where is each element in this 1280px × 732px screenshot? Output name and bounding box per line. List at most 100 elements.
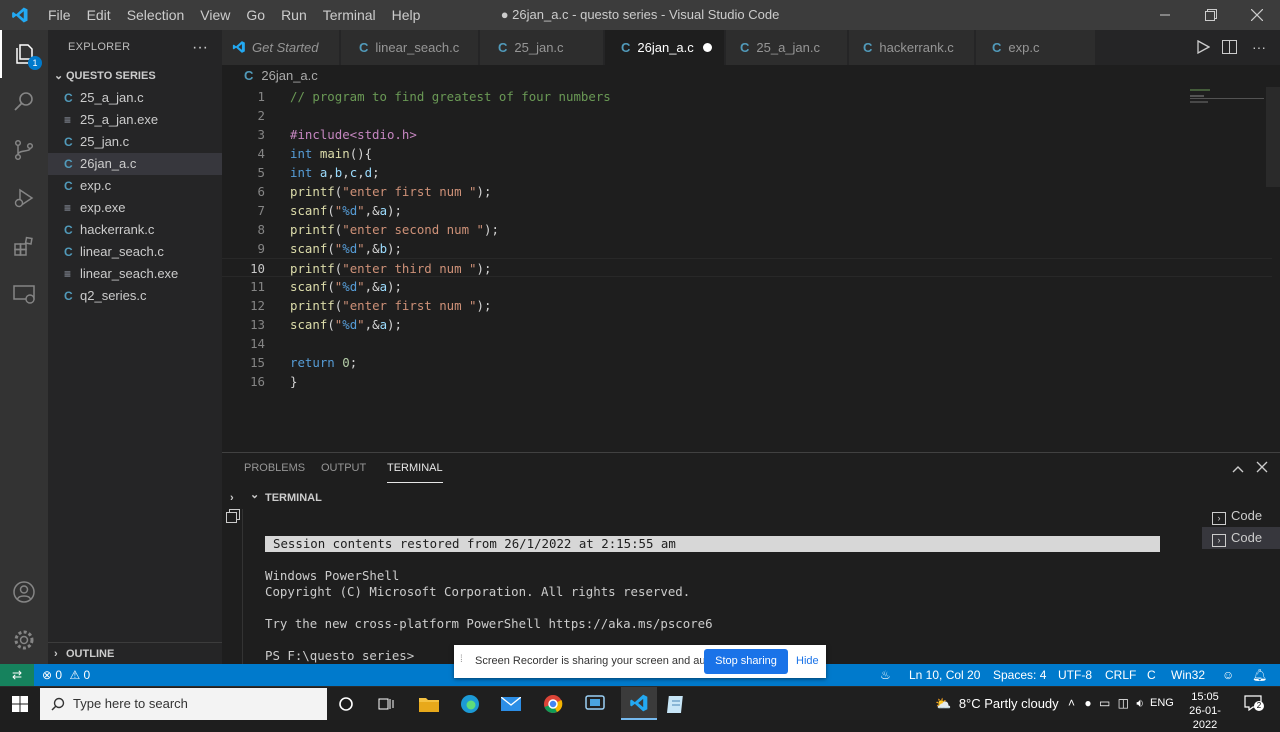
drag-handle-icon[interactable]: ⁞: [460, 654, 463, 665]
task-view-button[interactable]: [374, 692, 398, 716]
remote-explorer-activity-button[interactable]: [0, 270, 48, 318]
chrome-app[interactable]: [541, 692, 565, 716]
menu-help[interactable]: Help: [384, 0, 429, 30]
code-line[interactable]: 16}: [222, 372, 1272, 391]
manage-activity-button[interactable]: [0, 616, 48, 664]
tab-hackerrank[interactable]: Chackerrank.c: [849, 30, 975, 65]
run-debug-activity-button[interactable]: [0, 174, 48, 222]
maximize-panel-button[interactable]: [1232, 461, 1244, 479]
code-line[interactable]: 6 printf("enter first num ");: [222, 182, 1272, 201]
code-line[interactable]: 12 printf("enter first num ");: [222, 296, 1272, 315]
menu-edit[interactable]: Edit: [79, 0, 119, 30]
file-item[interactable]: Chackerrank.c: [48, 219, 222, 241]
tab-get-started[interactable]: Get Started: [222, 30, 340, 65]
code-line[interactable]: 3 #include<stdio.h>: [222, 125, 1272, 144]
unsaved-dot-icon[interactable]: [703, 43, 712, 52]
code-line[interactable]: 9 scanf("%d",&b);: [222, 239, 1272, 258]
menu-terminal[interactable]: Terminal: [315, 0, 384, 30]
file-item[interactable]: ≡ 25_a_jan.exe: [48, 109, 222, 131]
source-control-activity-button[interactable]: [0, 126, 48, 174]
restore-button[interactable]: [1188, 0, 1234, 30]
cortana-button[interactable]: [334, 692, 358, 716]
code-line[interactable]: 4 int main(){: [222, 144, 1272, 163]
run-button[interactable]: [1196, 39, 1211, 59]
extensions-activity-button[interactable]: [0, 222, 48, 270]
file-item[interactable]: ≡ exp.exe: [48, 197, 222, 219]
tab-linear-seach[interactable]: Clinear_seach.c: [341, 30, 479, 65]
folder-questo-series[interactable]: ⌄ QUESTO SERIES: [48, 65, 222, 87]
code-editor[interactable]: 1 // program to find greatest of four num…: [222, 87, 1280, 447]
platform[interactable]: Win32: [1171, 664, 1205, 686]
outline-section[interactable]: › OUTLINE: [48, 642, 222, 664]
close-panel-button[interactable]: [1256, 460, 1268, 478]
mail-app[interactable]: [499, 692, 523, 716]
more-editor-actions-button[interactable]: ···: [1252, 30, 1266, 65]
menu-selection[interactable]: Selection: [119, 0, 193, 30]
breadcrumb[interactable]: C 26jan_a.c: [222, 65, 1280, 87]
encoding[interactable]: UTF-8: [1058, 664, 1092, 686]
tab-terminal[interactable]: TERMINAL: [387, 453, 443, 483]
code-line[interactable]: 10 printf("enter third num ");: [222, 258, 1272, 277]
problems-status[interactable]: ⊗ 0 ⚠ 0: [42, 664, 90, 686]
code-line[interactable]: 1 // program to find greatest of four num…: [222, 87, 1272, 106]
code-line[interactable]: 14: [222, 334, 1272, 353]
code-line[interactable]: 13 scanf("%d",&a);: [222, 315, 1272, 334]
flame-icon[interactable]: ♨: [880, 664, 891, 686]
new-terminal-icon[interactable]: [226, 509, 240, 528]
notepad-app[interactable]: [664, 692, 688, 716]
terminal-list-item[interactable]: › Code: [1202, 527, 1280, 549]
close-window-button[interactable]: [1234, 0, 1280, 30]
notifications-button[interactable]: 2: [1244, 695, 1264, 716]
indentation[interactable]: Spaces: 4: [993, 664, 1046, 686]
terminal-list-item[interactable]: › Code: [1202, 505, 1280, 527]
feedback-icon[interactable]: ☺: [1222, 664, 1234, 686]
menu-view[interactable]: View: [192, 0, 238, 30]
editor-scrollbar[interactable]: [1266, 87, 1280, 187]
file-item[interactable]: C 25_jan.c: [48, 131, 222, 153]
explorer-activity-button[interactable]: 1: [0, 30, 48, 78]
code-line[interactable]: 5 int a,b,c,d;: [222, 163, 1272, 182]
tab-problems[interactable]: PROBLEMS: [244, 453, 305, 483]
tab-26jan-a[interactable]: C 26jan_a.c: [605, 30, 725, 65]
file-item[interactable]: Cexp.c: [48, 175, 222, 197]
weather-widget[interactable]: ⛅ 8°C Partly cloudy: [935, 687, 1059, 720]
file-item[interactable]: Clinear_seach.c: [48, 241, 222, 263]
start-button[interactable]: [8, 692, 32, 716]
clock[interactable]: 15:05 26-01-2022: [1180, 690, 1230, 732]
system-tray[interactable]: ˄ ● ▭ ◫ 🔉︎: [1068, 687, 1144, 720]
accounts-activity-button[interactable]: [0, 568, 48, 616]
vscode-app[interactable]: [621, 687, 657, 720]
remote-desktop-app[interactable]: [583, 692, 607, 716]
file-item[interactable]: Cq2_series.c: [48, 285, 222, 307]
file-item[interactable]: C 26jan_a.c: [48, 153, 222, 175]
minimap[interactable]: [1190, 87, 1266, 447]
code-line[interactable]: 15 return 0;: [222, 353, 1272, 372]
remote-button[interactable]: ⇄: [0, 664, 34, 686]
end-of-line[interactable]: CRLF: [1105, 664, 1136, 686]
search-activity-button[interactable]: [0, 78, 48, 126]
menu-go[interactable]: Go: [238, 0, 273, 30]
file-item[interactable]: C 25_a_jan.c: [48, 87, 222, 109]
more-actions-icon[interactable]: ···: [192, 30, 208, 65]
edge-app[interactable]: [458, 692, 482, 716]
menu-run[interactable]: Run: [273, 0, 315, 30]
minimize-button[interactable]: [1142, 0, 1188, 30]
file-item[interactable]: ≡ linear_seach.exe: [48, 263, 222, 285]
code-line[interactable]: 11 scanf("%d",&a);: [222, 277, 1272, 296]
code-line[interactable]: 2: [222, 106, 1272, 125]
hide-button[interactable]: Hide: [796, 655, 819, 667]
menu-file[interactable]: File: [40, 0, 79, 30]
split-editor-button[interactable]: [1222, 40, 1237, 59]
tab-25-a-jan[interactable]: C 25_a_jan.c: [726, 30, 848, 65]
terminal-section-header[interactable]: › ⌄ TERMINAL: [222, 487, 1202, 509]
stop-sharing-button[interactable]: Stop sharing: [704, 649, 788, 674]
tab-exp[interactable]: Cexp.c: [976, 30, 1096, 65]
tab-25-jan[interactable]: C 25_jan.c: [480, 30, 604, 65]
cursor-position[interactable]: Ln 10, Col 20: [909, 664, 980, 686]
code-line[interactable]: 8 printf("enter second num ");: [222, 220, 1272, 239]
file-explorer-app[interactable]: [417, 692, 441, 716]
taskbar-search-input[interactable]: Type here to search: [40, 688, 327, 720]
code-line[interactable]: 7 scanf("%d",&a);: [222, 201, 1272, 220]
language-indicator[interactable]: ENG: [1150, 687, 1174, 720]
tab-output[interactable]: OUTPUT: [321, 453, 366, 483]
